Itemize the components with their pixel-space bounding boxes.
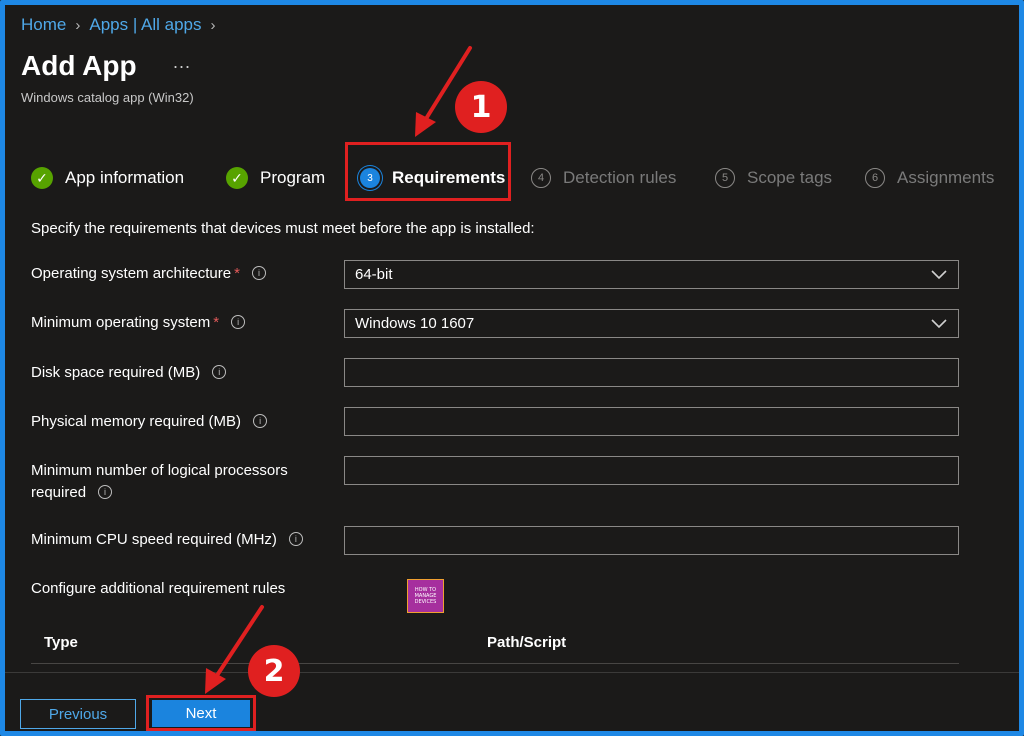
annotation-arrows [205, 46, 472, 694]
annotation-badge-2: 2 [248, 645, 300, 697]
annotation-badge-1: 1 [455, 81, 507, 133]
